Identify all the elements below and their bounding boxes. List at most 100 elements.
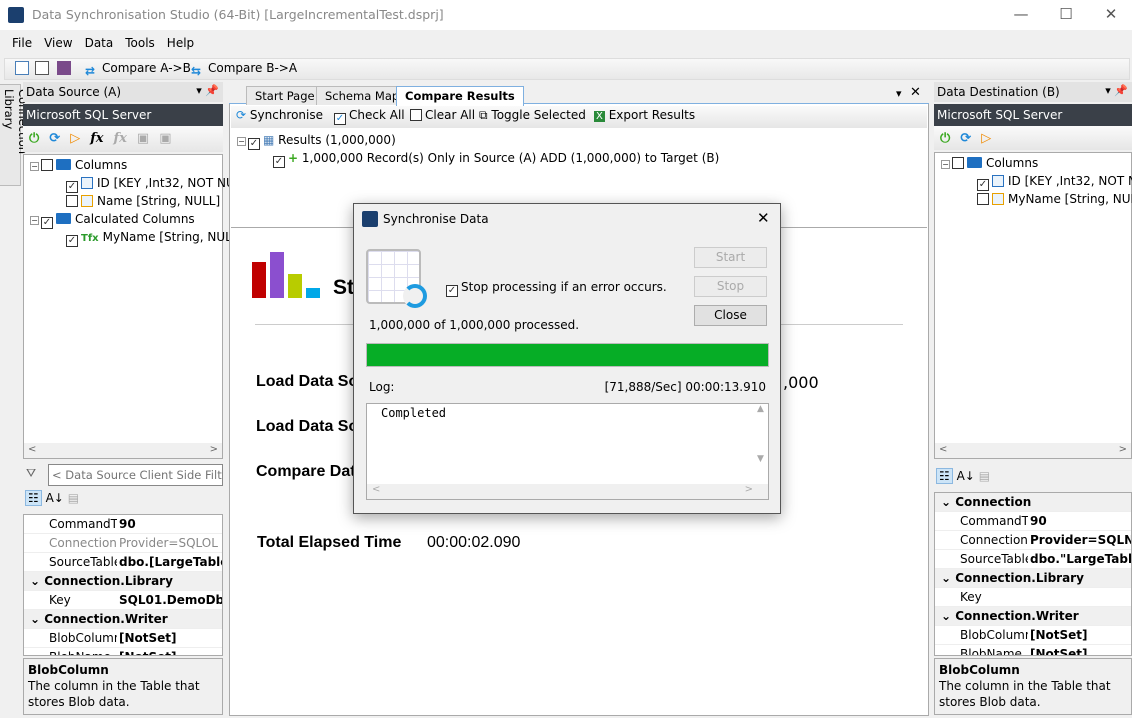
property-name: BlobColumn bbox=[49, 631, 117, 645]
close-dialog-button[interactable]: Close bbox=[694, 305, 767, 326]
maximize-button[interactable]: ☐ bbox=[1051, 5, 1081, 23]
property-category[interactable]: ⌄ Connection.Writer bbox=[24, 610, 222, 629]
arrow-left-icon: ⇆ bbox=[191, 64, 202, 78]
property-pages-icon[interactable]: ▤ bbox=[68, 491, 79, 505]
total-elapsed-value: 00:00:02.090 bbox=[427, 534, 521, 551]
stop-button[interactable]: Stop bbox=[694, 276, 767, 297]
log-textarea[interactable]: Completed ▲ ▼ < > bbox=[366, 403, 769, 500]
horizontal-scrollbar[interactable]: < > bbox=[935, 443, 1131, 458]
close-button[interactable]: ✕ bbox=[1096, 5, 1126, 23]
menu-tools[interactable]: Tools bbox=[125, 36, 155, 50]
property-name: CommandT bbox=[960, 514, 1028, 528]
property-value: dbo."LargeTable bbox=[1030, 552, 1132, 566]
property-row[interactable]: BlobColumn [NotSet] bbox=[935, 626, 1131, 645]
close-tab-icon[interactable]: ✕ bbox=[910, 85, 921, 100]
run-icon[interactable]: ▷ bbox=[70, 131, 80, 146]
property-category[interactable]: ⌄ Connection.Writer bbox=[935, 607, 1131, 626]
property-value: 90 bbox=[119, 517, 136, 531]
log-label: Log: bbox=[369, 380, 395, 394]
minimize-button[interactable]: — bbox=[1006, 5, 1036, 23]
summary-row-label: Load Data So bbox=[256, 418, 359, 435]
logo-bar bbox=[306, 288, 320, 298]
results-child-node[interactable]: ✓ + 1,000,000 Record(s) Only in Source (A… bbox=[273, 151, 719, 168]
synchronise-button[interactable]: ⟳ Synchronise bbox=[236, 108, 323, 122]
export-results-button[interactable]: X Export Results bbox=[594, 108, 695, 122]
open-project-icon[interactable] bbox=[35, 61, 52, 75]
property-row[interactable]: BlobColumn [NotSet] bbox=[24, 629, 222, 648]
paste-icon[interactable]: ▣ bbox=[159, 131, 171, 146]
property-category[interactable]: ⌄ Connection.Library bbox=[24, 572, 222, 591]
property-value: Provider=SQLOL bbox=[119, 536, 218, 550]
tree-node-id[interactable]: ✓ ID [KEY ,Int32, NOT NU bbox=[977, 174, 1132, 191]
run-icon[interactable]: ▷ bbox=[981, 131, 991, 146]
property-row[interactable]: SourceTable dbo.[LargeTable bbox=[24, 553, 222, 572]
clear-all-button[interactable]: Clear All bbox=[410, 108, 475, 122]
tree-node-id[interactable]: ✓ ID [KEY ,Int32, NOT NU bbox=[66, 176, 235, 193]
dialog-close-icon[interactable]: ✕ bbox=[757, 209, 770, 227]
property-name: SourceTable bbox=[960, 552, 1028, 566]
column-icon bbox=[992, 193, 1004, 205]
connect-icon[interactable]: ⏻ bbox=[940, 131, 950, 146]
menu-view[interactable]: View bbox=[44, 36, 72, 50]
pin-icon[interactable]: ▾ 📌 bbox=[196, 84, 219, 97]
tab-start-page[interactable]: Start Page bbox=[246, 86, 324, 105]
compare-a-b-button[interactable]: ⇄ Compare A->B bbox=[85, 61, 191, 78]
tree-node-myname[interactable]: MyName [String, NULL bbox=[977, 192, 1132, 206]
property-row[interactable]: CommandT 90 bbox=[935, 512, 1131, 531]
tree-node-myname[interactable]: ✓ Tfx MyName [String, NULL bbox=[66, 230, 239, 247]
property-value: 90 bbox=[1030, 514, 1047, 528]
property-name: BlobName bbox=[49, 650, 117, 655]
tree-node-columns[interactable]: − Columns bbox=[30, 158, 127, 172]
tree-node-calculated[interactable]: − ✓ Calculated Columns bbox=[30, 212, 195, 229]
new-project-icon[interactable] bbox=[15, 61, 32, 75]
property-row[interactable]: BlobName[NotSet] bbox=[24, 648, 222, 655]
pin-icon[interactable]: ▾ 📌 bbox=[1105, 84, 1128, 97]
start-button[interactable]: Start bbox=[694, 247, 767, 268]
arrow-right-icon: ⇄ bbox=[85, 64, 96, 78]
categorized-icon[interactable]: ☷ bbox=[25, 490, 42, 506]
property-row[interactable]: Connection! Provider=SQLN bbox=[935, 531, 1131, 550]
filter-input[interactable] bbox=[48, 464, 223, 486]
copy-icon[interactable]: ▣ bbox=[137, 131, 149, 146]
property-row[interactable]: SourceTable dbo."LargeTable bbox=[935, 550, 1131, 569]
remove-function-icon[interactable]: fx bbox=[114, 131, 127, 146]
tab-schema-map[interactable]: Schema Map bbox=[316, 86, 409, 105]
log-horizontal-scrollbar[interactable]: < > bbox=[367, 484, 768, 499]
sort-az-icon[interactable]: A↓ bbox=[46, 491, 64, 505]
vertical-scrollbar[interactable]: ▲ ▼ bbox=[753, 404, 768, 484]
property-category[interactable]: ⌄ Connection.Library bbox=[935, 569, 1131, 588]
tree-node-name[interactable]: Name [String, NULL] bbox=[66, 194, 220, 208]
tab-compare-results[interactable]: Compare Results bbox=[396, 86, 524, 106]
connect-icon[interactable]: ⏻ bbox=[29, 131, 39, 146]
horizontal-scrollbar[interactable]: < > bbox=[24, 443, 222, 458]
sort-az-icon[interactable]: A↓ bbox=[957, 469, 975, 483]
stop-on-error-checkbox[interactable]: ✓ Stop processing if an error occurs. bbox=[446, 280, 667, 297]
property-value: Provider=SQLN bbox=[1030, 533, 1132, 547]
categorized-icon[interactable]: ☷ bbox=[936, 468, 953, 484]
refresh-icon[interactable]: ⟳ bbox=[960, 131, 971, 146]
property-row[interactable]: BlobName[NotSet] bbox=[935, 645, 1131, 655]
key-column-icon bbox=[81, 177, 93, 189]
property-pages-icon[interactable]: ▤ bbox=[979, 469, 990, 483]
compare-b-a-button[interactable]: ⇆ Compare B->A bbox=[191, 61, 297, 78]
property-row[interactable]: Connection! Provider=SQLOL bbox=[24, 534, 222, 553]
connection-library-tab[interactable]: Connection Library bbox=[0, 84, 30, 186]
function-icon[interactable]: fx bbox=[90, 131, 103, 146]
property-row[interactable]: Key SQL01.DemoDb bbox=[24, 591, 222, 610]
property-category[interactable]: ⌄ Connection bbox=[935, 493, 1131, 512]
toggle-selected-button[interactable]: ⧉ Toggle Selected bbox=[479, 108, 586, 123]
tab-menu-icon[interactable]: ▾ bbox=[896, 87, 902, 100]
menu-data[interactable]: Data bbox=[85, 36, 114, 50]
panel-title: Data Destination (B) bbox=[937, 85, 1060, 99]
results-root-node[interactable]: − ✓ ▦ Results (1,000,000) bbox=[237, 133, 396, 150]
refresh-icon[interactable]: ⟳ bbox=[49, 131, 60, 146]
save-icon[interactable] bbox=[57, 61, 74, 75]
tree-node-columns[interactable]: − Columns bbox=[941, 156, 1038, 170]
property-row[interactable]: Key bbox=[935, 588, 1131, 607]
property-row[interactable]: CommandT 90 bbox=[24, 515, 222, 534]
menu-file[interactable]: File bbox=[12, 36, 32, 50]
dialog-app-icon bbox=[362, 211, 378, 227]
menu-help[interactable]: Help bbox=[167, 36, 194, 50]
check-all-button[interactable]: ✓ Check All bbox=[334, 108, 405, 125]
logo-bar bbox=[252, 262, 266, 298]
